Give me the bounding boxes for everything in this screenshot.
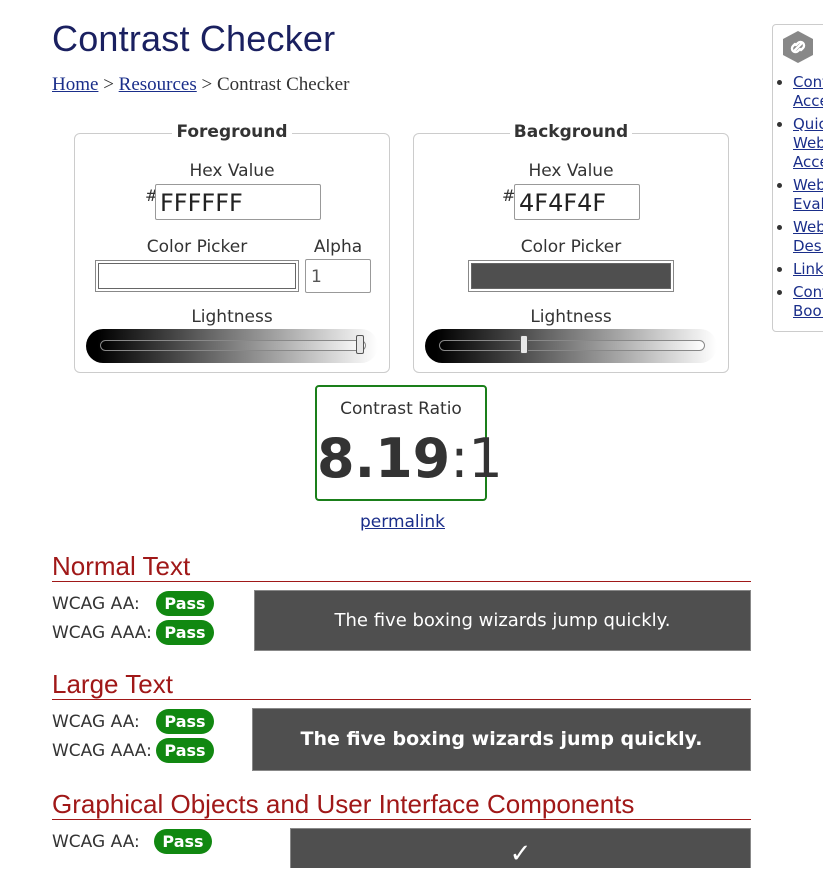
- sidebar-list-item: Cont Bool: [793, 283, 823, 321]
- background-hex-label: Hex Value: [528, 161, 614, 181]
- graphical-sample-checkmark-icon: ✓: [290, 828, 751, 869]
- foreground-panel: Foreground Hex Value # FFFFFF Color Pick…: [74, 122, 390, 373]
- background-panel: Background Hex Value # 4F4F4F Color Pick…: [413, 122, 729, 373]
- background-swatch-fill: [471, 263, 671, 289]
- contrast-ratio-number: 8.19: [317, 427, 451, 490]
- breadcrumb-resources-link[interactable]: Resources: [119, 74, 197, 95]
- related-links-list: Cont Acce Quic Web Acce Web Eval Web Desi Li…: [773, 73, 823, 325]
- normal-text-sample: The five boxing wizards jump quickly.: [254, 590, 751, 651]
- sidebar-list-item: Quic Web Acce: [793, 115, 823, 172]
- foreground-heading: Foreground: [172, 122, 292, 142]
- background-lightness-label: Lightness: [530, 307, 612, 327]
- sidebar-list-item: Web Eval: [793, 176, 823, 214]
- normal-text-heading: Normal Text: [52, 551, 751, 582]
- breadcrumb-current: Contrast Checker: [216, 74, 350, 95]
- background-picker-label: Color Picker: [520, 237, 622, 257]
- breadcrumb-separator: >: [201, 74, 213, 95]
- breadcrumb: Home > Resources > Contrast Checker: [52, 74, 349, 96]
- permalink-link[interactable]: permalink: [360, 512, 445, 532]
- normal-aaa-pass-badge: Pass: [156, 620, 214, 645]
- sidebar-link[interactable]: Quic Web Acce: [793, 115, 823, 171]
- background-heading: Background: [509, 122, 633, 142]
- foreground-alpha-label: Alpha: [313, 237, 363, 257]
- foreground-hex-input[interactable]: FFFFFF: [155, 184, 321, 220]
- normal-aa-pass-badge: Pass: [156, 591, 214, 616]
- foreground-color-picker[interactable]: [95, 260, 299, 292]
- background-lightness-track: [439, 340, 705, 351]
- large-aaa-pass-badge: Pass: [156, 738, 214, 763]
- background-lightness-thumb[interactable]: [519, 335, 528, 354]
- sidebar-link[interactable]: Cont Acce: [793, 73, 823, 110]
- foreground-lightness-thumb[interactable]: [356, 335, 364, 354]
- graphical-aa-pass-badge: Pass: [154, 829, 212, 854]
- foreground-swatch-fill: [98, 263, 296, 289]
- contrast-ratio-suffix: :1: [450, 427, 503, 490]
- sidebar-link[interactable]: Web Eval: [793, 176, 823, 213]
- contrast-ratio-label: Contrast Ratio: [340, 399, 462, 419]
- sidebar-list-item: Cont Acce: [793, 73, 823, 111]
- sidebar-list-item: Link: [793, 260, 823, 279]
- contrast-ratio-box: Contrast Ratio 8.19:1: [315, 385, 503, 501]
- normal-aaa-label: WCAG AAA:: [52, 623, 152, 643]
- large-aaa-label: WCAG AAA:: [52, 741, 152, 761]
- foreground-lightness-track: [100, 340, 366, 351]
- foreground-alpha-input[interactable]: 1: [305, 259, 371, 293]
- related-links-sidebar: Cont Acce Quic Web Acce Web Eval Web Desi Li…: [772, 24, 823, 332]
- breadcrumb-separator: >: [103, 74, 114, 95]
- page-title: Contrast Checker: [52, 18, 336, 59]
- large-text-heading: Large Text: [52, 669, 751, 700]
- foreground-lightness-label: Lightness: [191, 307, 273, 327]
- background-color-picker[interactable]: [468, 260, 674, 292]
- large-aa-pass-badge: Pass: [156, 709, 214, 734]
- sidebar-list-item: Web Desi: [793, 218, 823, 256]
- link-icon: [783, 31, 813, 63]
- breadcrumb-home-link[interactable]: Home: [52, 74, 98, 95]
- sidebar-link[interactable]: Cont Bool: [793, 283, 823, 320]
- graphical-objects-heading: Graphical Objects and User Interface Com…: [52, 789, 751, 820]
- sidebar-link[interactable]: Web Desi: [793, 218, 823, 255]
- foreground-picker-label: Color Picker: [146, 237, 248, 257]
- normal-aa-label: WCAG AA:: [52, 594, 140, 614]
- large-aa-label: WCAG AA:: [52, 712, 140, 732]
- contrast-ratio-value: 8.19:1: [317, 427, 503, 491]
- sidebar-link[interactable]: Link: [793, 260, 823, 278]
- graphical-aa-label: WCAG AA:: [52, 832, 140, 852]
- foreground-hex-label: Hex Value: [189, 161, 275, 181]
- large-text-sample: The five boxing wizards jump quickly.: [252, 708, 751, 771]
- background-lightness-slider[interactable]: [425, 329, 717, 363]
- foreground-lightness-slider[interactable]: [86, 329, 378, 363]
- background-hex-input[interactable]: 4F4F4F: [514, 184, 640, 220]
